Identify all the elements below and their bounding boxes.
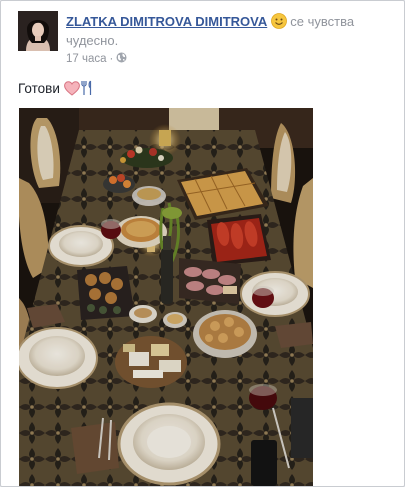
post-message: Готови <box>18 79 94 102</box>
message-text: Готови <box>18 81 60 96</box>
avatar-image <box>18 11 58 51</box>
smiley-icon <box>271 13 288 29</box>
feed-post: ZLATKA DIMITROVA DIMITROVA се чувства чуд… <box>0 0 405 487</box>
post-header: ZLATKA DIMITROVA DIMITROVA се чувства чуд… <box>66 12 396 50</box>
post-photo[interactable] <box>16 108 313 486</box>
heart-icon <box>63 81 80 102</box>
fork-knife-icon <box>80 80 94 102</box>
globe-icon[interactable] <box>116 52 127 63</box>
holiday-table-photo <box>16 108 313 486</box>
author-name-link[interactable]: ZLATKA DIMITROVA DIMITROVA <box>66 14 267 29</box>
post-meta: 17 часа · <box>66 52 127 66</box>
author-avatar[interactable] <box>18 11 58 51</box>
post-timestamp-link[interactable]: 17 часа <box>66 53 107 65</box>
meta-separator: · <box>109 53 114 65</box>
